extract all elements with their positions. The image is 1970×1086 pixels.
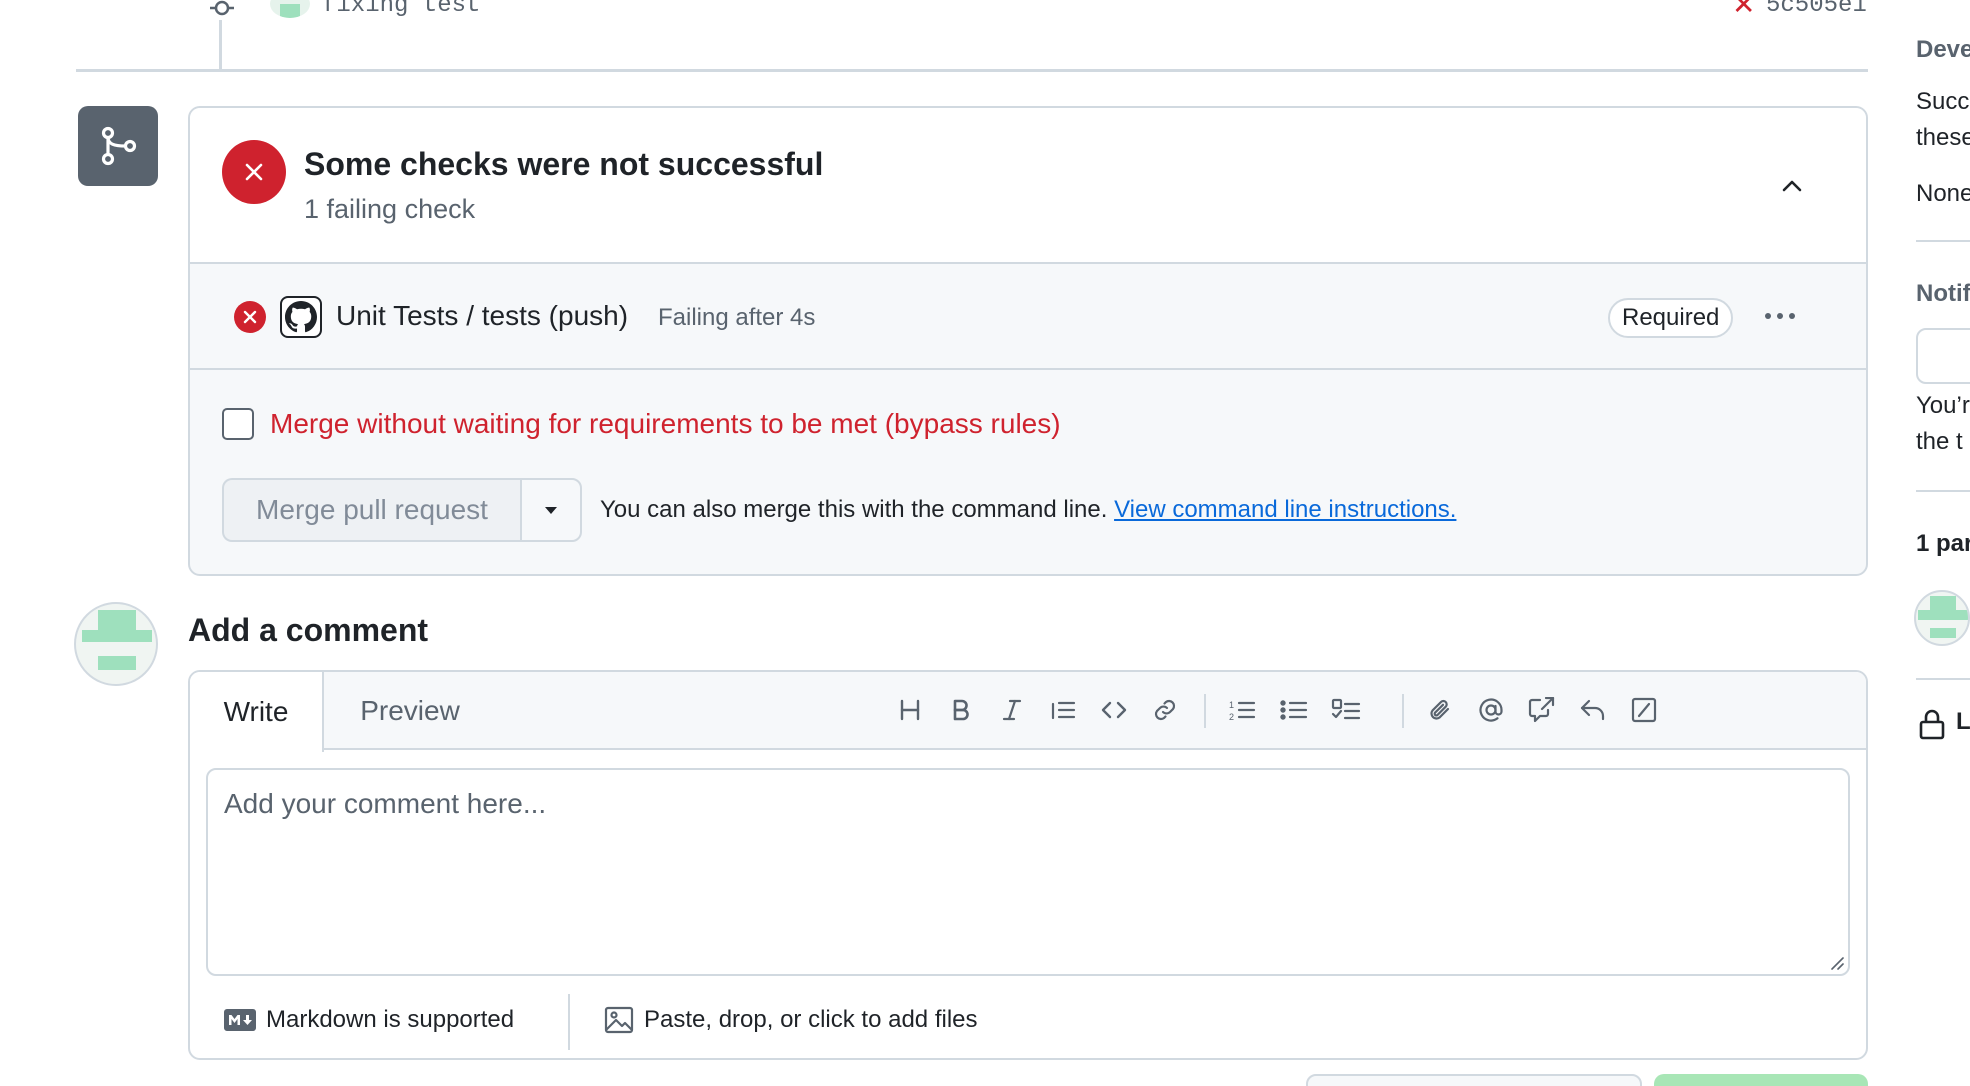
close-pull-request-button[interactable] — [1306, 1074, 1642, 1086]
check-run-name[interactable]: Unit Tests / tests (push) — [336, 300, 628, 332]
comment-submit-button[interactable] — [1654, 1074, 1868, 1086]
commit-author-avatar[interactable] — [270, 0, 310, 18]
sidebar-notifications-text-2: the t — [1916, 428, 1963, 455]
numbered-list-icon[interactable]: 12 — [1222, 690, 1262, 730]
link-icon[interactable] — [1145, 690, 1185, 730]
bypass-rules-checkbox[interactable] — [222, 408, 254, 440]
toolbar-divider — [1402, 694, 1404, 728]
italic-icon[interactable] — [992, 690, 1032, 730]
chevron-up-icon[interactable] — [1772, 166, 1812, 206]
markdown-icon — [224, 1009, 256, 1031]
user-avatar[interactable] — [74, 602, 158, 686]
sidebar-notifications-heading: Notif — [1916, 280, 1970, 307]
timeline-line — [219, 20, 222, 70]
merge-method-dropdown[interactable] — [520, 478, 582, 542]
tab-preview[interactable]: Preview — [324, 672, 496, 750]
lock-icon — [1919, 709, 1945, 740]
comment-textarea[interactable] — [208, 770, 1848, 974]
reference-icon[interactable] — [1522, 690, 1562, 730]
lock-conversation-link[interactable]: L — [1956, 708, 1970, 736]
merge-pull-request-button[interactable]: Merge pull request — [222, 478, 520, 542]
sidebar-notifications-text-1: You’r — [1916, 392, 1970, 419]
markdown-supported-link[interactable]: Markdown is supported — [224, 1004, 514, 1036]
add-files-text: Paste, drop, or click to add files — [644, 1006, 978, 1033]
check-failed-icon — [234, 301, 266, 333]
commit-message[interactable]: fixing test — [322, 0, 480, 19]
markdown-supported-text: Markdown is supported — [266, 1006, 515, 1033]
code-icon[interactable] — [1094, 690, 1134, 730]
caret-down-icon — [545, 507, 557, 514]
participant-avatar[interactable] — [1914, 590, 1970, 646]
editor-toolbar: Write Preview 12 — [190, 672, 1866, 752]
slash-command-icon[interactable] — [1624, 690, 1664, 730]
bypass-rules-label[interactable]: Merge without waiting for requirements t… — [270, 408, 1061, 440]
sidebar-development-text-1: Succ — [1916, 88, 1970, 115]
svg-text:2: 2 — [1229, 712, 1234, 722]
commit-status-fail-icon[interactable]: ✕ — [1732, 0, 1755, 21]
sidebar-divider — [1916, 240, 1970, 242]
comment-textarea-wrapper — [206, 768, 1850, 976]
toolbar-divider — [1204, 694, 1206, 728]
sidebar-development-heading: Deve — [1916, 36, 1970, 63]
task-list-icon[interactable] — [1326, 690, 1366, 730]
right-sidebar: Deve Succ these None Notif You’r the t 1… — [1912, 0, 1970, 1086]
attach-icon[interactable] — [1420, 690, 1460, 730]
command-line-hint: You can also merge this with the command… — [600, 496, 1456, 524]
required-badge: Required — [1608, 298, 1734, 338]
bold-icon[interactable] — [941, 690, 981, 730]
checks-summary-header: Some checks were not successful 1 failin… — [190, 108, 1866, 264]
sidebar-divider — [1916, 678, 1970, 680]
heading-icon[interactable] — [890, 690, 930, 730]
check-run-status: Failing after 4s — [658, 304, 816, 331]
sidebar-development-text-2: these — [1916, 124, 1970, 151]
kebab-menu-icon[interactable] — [1758, 300, 1802, 332]
subscribe-button[interactable] — [1916, 328, 1970, 384]
sidebar-divider — [1916, 490, 1970, 492]
footer-divider — [568, 994, 570, 1050]
svg-text:1: 1 — [1229, 700, 1234, 710]
command-line-hint-text: You can also merge this with the command… — [600, 496, 1108, 523]
commit-sha[interactable]: 5c505e1 — [1766, 0, 1867, 19]
commit-node-icon — [210, 0, 234, 16]
tab-write[interactable]: Write — [190, 672, 324, 752]
mention-icon[interactable] — [1471, 690, 1511, 730]
github-actions-logo-icon — [280, 296, 322, 338]
sidebar-participants-heading: 1 par — [1916, 530, 1970, 557]
quote-icon[interactable] — [1043, 690, 1083, 730]
check-run-row[interactable]: Unit Tests / tests (push) Failing after … — [190, 264, 1866, 370]
resize-handle-icon[interactable] — [1828, 954, 1844, 970]
command-line-instructions-link[interactable]: View command line instructions. — [1114, 496, 1456, 523]
editor-footer: Markdown is supported Paste, drop, or cl… — [190, 990, 1866, 1058]
checks-summary-subtitle: 1 failing check — [304, 194, 476, 224]
comment-editor: Write Preview 12 Add your comment here..… — [188, 670, 1868, 1060]
checks-failed-icon — [222, 140, 286, 204]
commit-row: fixing test ✕ 5c505e1 — [0, 0, 1880, 22]
sidebar-development-none: None — [1916, 180, 1970, 207]
reply-icon[interactable] — [1573, 690, 1613, 730]
add-files-button[interactable]: Paste, drop, or click to add files — [604, 1004, 978, 1036]
bulleted-list-icon[interactable] — [1274, 690, 1314, 730]
checks-summary-title: Some checks were not successful — [304, 146, 824, 182]
git-merge-icon — [78, 106, 158, 186]
merge-status-box: Some checks were not successful 1 failin… — [188, 106, 1868, 576]
image-icon — [604, 1006, 634, 1034]
timeline-divider — [76, 69, 1868, 72]
add-comment-heading: Add a comment — [188, 612, 429, 648]
